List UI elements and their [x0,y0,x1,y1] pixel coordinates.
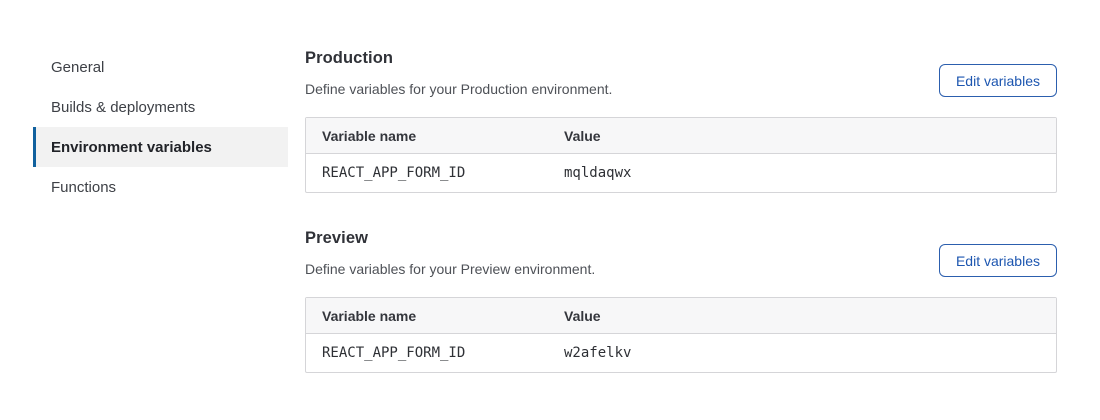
section-title-production: Production [305,49,612,68]
sidebar-item-label: Builds & deployments [51,99,195,116]
variable-value-cell: mqldaqwx [548,154,1056,192]
edit-variables-button-preview[interactable]: Edit variables [939,244,1057,277]
production-section-titles: Production Define variables for your Pro… [305,49,612,97]
settings-page: General Builds & deployments Environment… [0,0,1100,373]
settings-sidebar: General Builds & deployments Environment… [0,0,289,207]
table-header-row: Variable name Value [306,118,1056,154]
column-header-value: Value [548,298,1056,334]
sidebar-item-builds-deployments[interactable]: Builds & deployments [33,87,288,127]
section-description-preview: Define variables for your Preview enviro… [305,261,595,277]
table-header-row: Variable name Value [306,298,1056,334]
variable-name-cell: REACT_APP_FORM_ID [306,334,548,372]
sidebar-item-functions[interactable]: Functions [33,167,288,207]
production-section-header: Production Define variables for your Pro… [305,49,1057,97]
sidebar-item-label: Environment variables [51,139,212,156]
preview-section-header: Preview Define variables for your Previe… [305,229,1057,277]
preview-variables-table: Variable name Value REACT_APP_FORM_ID w2… [305,297,1057,373]
column-header-value: Value [548,118,1056,154]
sidebar-item-environment-variables[interactable]: Environment variables [33,127,288,167]
column-header-variable-name: Variable name [306,118,548,154]
sidebar-item-label: General [51,59,104,76]
settings-content: Production Define variables for your Pro… [305,0,1057,373]
column-header-variable-name: Variable name [306,298,548,334]
variable-value-cell: w2afelkv [548,334,1056,372]
production-section: Production Define variables for your Pro… [305,49,1057,193]
edit-variables-button-production[interactable]: Edit variables [939,64,1057,97]
section-description-production: Define variables for your Production env… [305,81,612,97]
sidebar-item-label: Functions [51,179,116,196]
production-variables-table: Variable name Value REACT_APP_FORM_ID mq… [305,117,1057,193]
table-row: REACT_APP_FORM_ID mqldaqwx [306,154,1056,192]
settings-nav: General Builds & deployments Environment… [33,47,288,207]
sidebar-item-general[interactable]: General [33,47,288,87]
section-title-preview: Preview [305,229,595,248]
variable-name-cell: REACT_APP_FORM_ID [306,154,548,192]
preview-section-titles: Preview Define variables for your Previe… [305,229,595,277]
table-row: REACT_APP_FORM_ID w2afelkv [306,334,1056,372]
preview-section: Preview Define variables for your Previe… [305,229,1057,373]
